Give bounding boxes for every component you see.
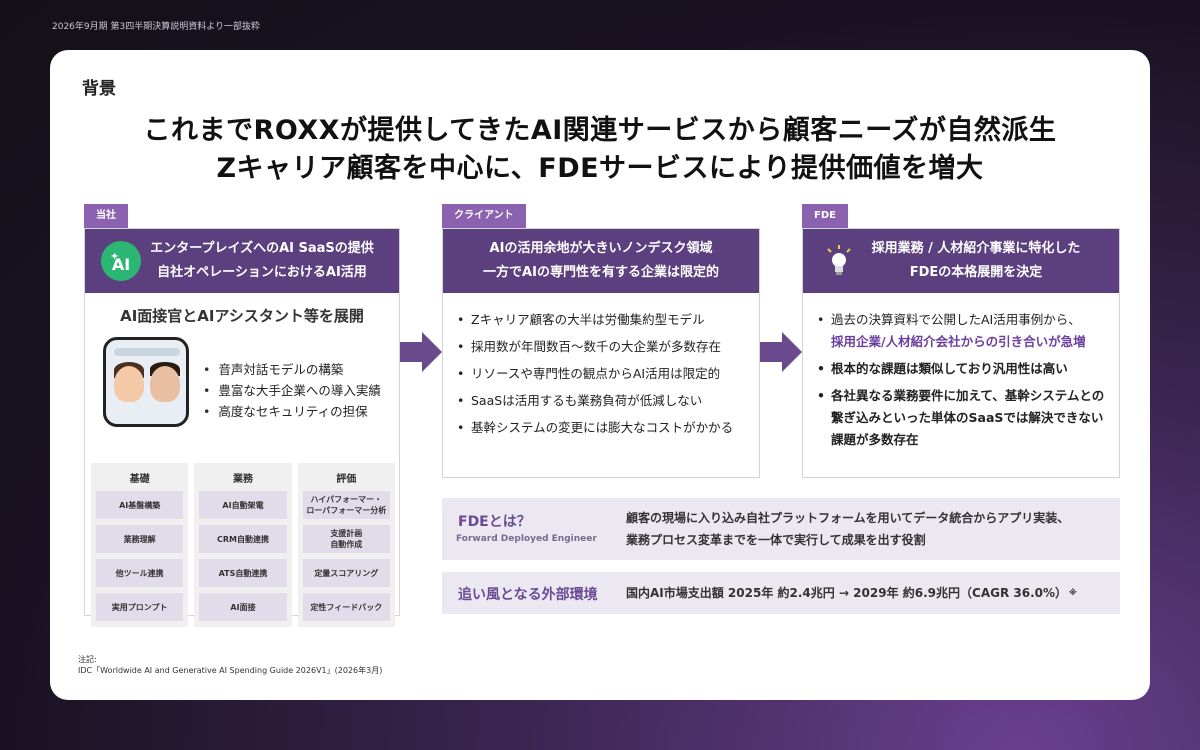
fde-definition-box: FDEとは？ Forward Deployed Engineer 顧客の現場に入… — [442, 498, 1120, 560]
phone-mockup-image — [103, 337, 189, 427]
column-company-head-line1: エンタープレイズへのAI SaaSの提供 — [150, 241, 374, 256]
highlight-text: 採用企業/人材紹介会社からの引き合いが急増 — [831, 334, 1086, 349]
grid-cell: ハイパフォーマー・ ローパフォーマー分析 — [302, 491, 390, 519]
grid-cell: 他ツール連携 — [96, 559, 184, 587]
bullet-item: Zキャリア顧客の大半は労働集約型モデル — [457, 309, 733, 331]
bullet-item: 根本的な課題は類似しており汎用性は高い — [817, 358, 1105, 380]
headline-line2: Zキャリア顧客を中心に、FDEサービスにより提供価値を増大 — [216, 153, 984, 184]
column-fde-head-line1: 採用業務 / 人材紹介事業に特化した — [871, 241, 1081, 256]
tag-company: 当社 — [84, 204, 128, 228]
column-fde-head-line2: FDEの本格展開を決定 — [909, 265, 1043, 280]
tag-fde: FDE — [802, 204, 848, 228]
fde-bullet-list: 過去の決算資料で公開したAI活用事例から、 採用企業/人材紹介会社からの引き合い… — [817, 309, 1105, 456]
market-environment-title: 追い風となる外部環境 — [458, 587, 598, 603]
bullet-item: 採用数が年間数百〜数千の大企業が多数存在 — [457, 336, 733, 358]
capability-grid: 基礎 AI基盤構築 業務理解 他ツール連携 実用プロンプト 業務 AI自動架電 … — [91, 463, 395, 627]
fde-definition-title: FDEとは？ — [458, 514, 531, 530]
grid-col-title: 基礎 — [129, 474, 150, 485]
grid-col-title: 業務 — [232, 474, 253, 485]
grid-cell: 業務理解 — [96, 525, 184, 553]
fde-definition-body: 顧客の現場に入り込み自社プラットフォームを用いてデータ統合からアプリ実装、 業務… — [626, 511, 1070, 547]
slide-card: 背景 これまでROXXが提供してきたAI関連サービスから顧客ニーズが自然派生 Z… — [50, 50, 1150, 700]
market-environment-body: 国内AI市場支出額 2025年 約2.4兆円 → 2029年 約6.9兆円（CA… — [626, 586, 1077, 600]
grid-cell: AI面接 — [199, 593, 287, 621]
column-client: AIの活用余地が大きいノンデスク領域 一方でAIの専門性を有する企業は限定的 Z… — [442, 228, 760, 478]
grid-cell: AI自動架電 — [199, 491, 287, 519]
bullet-item: SaaSは活用するも業務負荷が低減しない — [457, 390, 733, 412]
arrow-right-icon — [760, 332, 802, 372]
feature-item: 高度なセキュリティの担保 — [203, 401, 381, 422]
feature-item: 豊富な大手企業への導入実績 — [203, 380, 381, 401]
headline: これまでROXXが提供してきたAI関連サービスから顧客ニーズが自然派生 Zキャリ… — [50, 112, 1150, 188]
feature-item: 音声対話モデルの構築 — [203, 359, 381, 380]
arrow-right-icon — [400, 332, 442, 372]
column-client-head-line1: AIの活用余地が大きいノンデスク領域 — [489, 241, 713, 256]
column-company: ✦ AI エンタープレイズへのAI SaaSの提供 自社オペレーションにおけるAI… — [84, 228, 400, 627]
grid-cell: 支援計画 自動作成 — [302, 525, 390, 553]
bullet-item: リソースや専門性の観点からAI活用は限定的 — [457, 363, 733, 385]
section-label: 背景 — [82, 79, 116, 99]
bullet-item: 過去の決算資料で公開したAI活用事例から、 採用企業/人材紹介会社からの引き合い… — [817, 309, 1105, 353]
column-company-subtitle: AI面接官とAIアシスタント等を展開 — [120, 307, 364, 325]
headline-line1: これまでROXXが提供してきたAI関連サービスから顧客ニーズが自然派生 — [143, 115, 1057, 146]
column-fde-header: 採用業務 / 人材紹介事業に特化した FDEの本格展開を決定 — [803, 229, 1119, 293]
grid-cell: 実用プロンプト — [96, 593, 184, 621]
tag-client: クライアント — [442, 204, 526, 228]
grid-cell: CRM自動連携 — [199, 525, 287, 553]
footnote: 注記: IDC「Worldwide AI and Generative AI S… — [78, 655, 383, 675]
grid-col-evaluation: 評価 ハイパフォーマー・ ローパフォーマー分析 支援計画 自動作成 定量スコアリ… — [297, 463, 395, 627]
column-client-head-line2: 一方でAIの専門性を有する企業は限定的 — [483, 265, 719, 280]
lightbulb-icon — [827, 245, 851, 275]
fde-definition-subtitle: Forward Deployed Engineer — [456, 534, 597, 544]
grid-col-operations: 業務 AI自動架電 CRM自動連携 ATS自動連携 AI面接 — [194, 463, 292, 627]
client-bullet-list: Zキャリア顧客の大半は労働集約型モデル 採用数が年間数百〜数千の大企業が多数存在… — [457, 309, 733, 444]
market-environment-box: 追い風となる外部環境 国内AI市場支出額 2025年 約2.4兆円 → 2029… — [442, 572, 1120, 614]
grid-cell: AI基盤構築 — [96, 491, 184, 519]
bullet-item: 各社異なる業務要件に加えて、基幹システムとの繋ぎ込みといった単体のSaaSでは解… — [817, 385, 1105, 451]
column-company-header: ✦ AI エンタープレイズへのAI SaaSの提供 自社オペレーションにおけるAI… — [85, 229, 399, 293]
grid-cell: ATS自動連携 — [199, 559, 287, 587]
grid-cell: 定量スコアリング — [302, 559, 390, 587]
header-note: 2026年9月期 第3四半期決算説明資料より一部抜粋 — [52, 22, 261, 32]
column-company-head-line2: 自社オペレーションにおけるAI活用 — [157, 265, 367, 280]
grid-cell: 定性フィードバック — [302, 593, 390, 621]
column-client-header: AIの活用余地が大きいノンデスク領域 一方でAIの専門性を有する企業は限定的 — [443, 229, 759, 293]
bullet-item: 基幹システムの変更には膨大なコストがかかる — [457, 417, 733, 439]
grid-col-basics: 基礎 AI基盤構築 業務理解 他ツール連携 実用プロンプト — [91, 463, 189, 627]
column-fde: 採用業務 / 人材紹介事業に特化した FDEの本格展開を決定 過去の決算資料で公… — [802, 228, 1120, 478]
feature-list: 音声対話モデルの構築 豊富な大手企業への導入実績 高度なセキュリティの担保 — [203, 359, 381, 422]
ai-sparkle-badge-icon: ✦ AI — [101, 241, 141, 281]
grid-col-title: 評価 — [336, 474, 357, 485]
